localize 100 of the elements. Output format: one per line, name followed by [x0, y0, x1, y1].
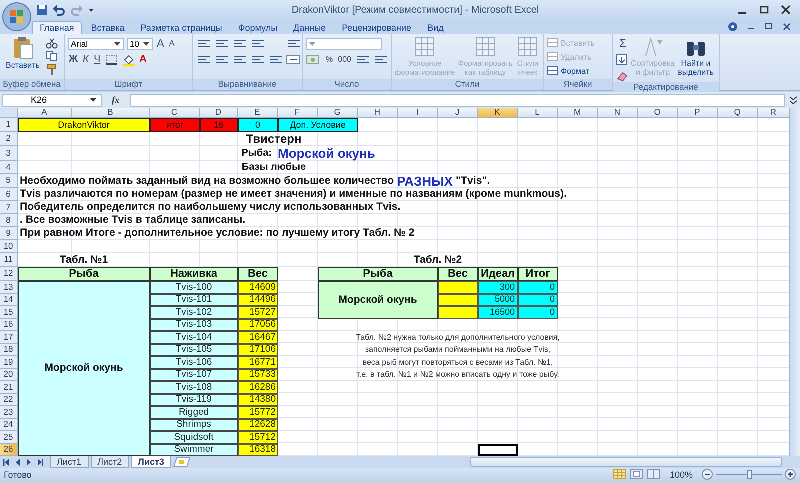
row-header: 5 [0, 174, 18, 188]
sheet-tab[interactable]: Лист3 [131, 456, 172, 468]
borders-icon[interactable] [104, 54, 119, 66]
bold-button[interactable]: Ж [68, 54, 80, 66]
cut-icon[interactable] [46, 38, 58, 49]
next-sheet-icon[interactable] [25, 458, 33, 466]
table-icon [474, 36, 496, 58]
new-sheet-icon[interactable] [173, 456, 192, 468]
table-cell: Доп. Условие [278, 118, 358, 132]
note-text: Табл. №2 нужна только для дополнительного условия, [356, 332, 560, 342]
ribbon-tab[interactable]: Данные [286, 21, 334, 34]
table-cell: 16318 [238, 444, 278, 456]
insert-function-button[interactable]: fx [106, 95, 126, 105]
align-top-icon[interactable] [196, 38, 211, 50]
column-header: C [150, 108, 200, 118]
find-select-button[interactable]: Найти и выделить [676, 36, 716, 77]
sheet-tab[interactable]: Лист2 [90, 456, 130, 468]
previous-sheet-icon[interactable] [14, 458, 22, 466]
ribbon-tab[interactable]: Вставка [84, 21, 132, 34]
restore-icon[interactable] [758, 5, 770, 15]
column-heading: Итог [518, 267, 558, 281]
fill-down-icon[interactable] [616, 54, 630, 66]
page-layout-icon[interactable] [630, 469, 644, 480]
zoom-level[interactable]: 100% [670, 470, 693, 480]
table-cell: Squidsoft [150, 431, 238, 444]
table-title: Табл. №1 [58, 253, 110, 267]
column-header: A [18, 108, 72, 118]
clipboard-icon [12, 36, 34, 60]
align-bottom-icon[interactable] [232, 38, 247, 50]
page-break-icon[interactable] [646, 469, 661, 480]
name-box[interactable]: K26 [2, 94, 102, 106]
group-label: Ячейки [544, 79, 612, 90]
table-cell: Tvis-105 [150, 344, 238, 356]
italic-button[interactable]: К [82, 54, 90, 66]
format-cells-button[interactable]: Формат [547, 66, 595, 76]
table-cell: Морской окунь [18, 281, 150, 456]
table-cell: DrakonViktor [18, 118, 150, 132]
ribbon-tab[interactable]: Рецензирование [335, 21, 419, 34]
column-header: N [598, 108, 638, 118]
dropdown-caret-icon[interactable] [90, 97, 97, 103]
table-icon [516, 36, 539, 58]
save-icon[interactable] [36, 4, 48, 16]
row-header: 21 [0, 381, 18, 394]
row-header: 19 [0, 356, 18, 368]
group-label: Выравнивание [193, 79, 302, 90]
align-center-icon[interactable] [214, 54, 229, 66]
sheet-tab[interactable]: Лист1 [50, 456, 89, 468]
note-text: веса рыб могут повторяться с весами из Табл. №1, [362, 358, 554, 367]
horizontal-scrollbar[interactable] [470, 457, 782, 467]
format-painter-icon[interactable] [46, 64, 58, 75]
grow-font-button[interactable]: A [156, 38, 166, 50]
first-sheet-icon[interactable] [3, 458, 11, 466]
last-sheet-icon[interactable] [36, 458, 44, 466]
column-heading: Рыба [18, 267, 150, 281]
font-color-button[interactable]: A [138, 54, 148, 66]
percent-button[interactable]: % [325, 54, 334, 66]
number-format-field[interactable] [306, 38, 382, 50]
underline-button[interactable]: Ч [92, 54, 102, 66]
restore-icon[interactable] [764, 22, 774, 32]
font-name-field[interactable]: Arial [68, 38, 124, 50]
table-cell: 15733 [238, 368, 278, 381]
expand-icon[interactable] [789, 94, 798, 106]
column-header: E [238, 108, 278, 118]
ribbon-tab[interactable]: Вид [420, 21, 451, 34]
row-header: 7 [0, 201, 18, 214]
close-icon[interactable] [782, 22, 792, 32]
paste-button[interactable]: Вставить [3, 36, 43, 70]
merge-cells-icon[interactable] [286, 54, 301, 66]
dropdown-caret-icon[interactable] [114, 41, 121, 47]
column-heading: Наживка [150, 267, 238, 281]
align-left-icon[interactable] [196, 54, 211, 66]
ribbon-tab[interactable]: Разметка страницы [134, 21, 230, 34]
row-header: 24 [0, 418, 18, 431]
ribbon-tab[interactable]: Главная [32, 21, 82, 34]
fill-color-icon[interactable] [122, 54, 136, 66]
shrink-font-button[interactable]: A [168, 38, 176, 50]
row-header: 15 [0, 306, 18, 318]
ribbon-tab[interactable]: Формулы [231, 21, 285, 34]
window-title: DrakonViktor [Режим совместимости] - Microsoft Excel [290, 4, 540, 16]
align-right-icon[interactable] [232, 54, 247, 66]
thousands-button[interactable]: 000 [337, 54, 352, 66]
help-icon[interactable] [728, 22, 738, 32]
formula-input[interactable] [130, 94, 785, 106]
zoom-slider-thumb[interactable] [747, 470, 752, 479]
zoom-out-icon[interactable] [702, 469, 713, 480]
close-icon[interactable] [780, 5, 792, 15]
column-header: H [358, 108, 398, 118]
zoom-in-icon[interactable] [785, 469, 796, 480]
copy-icon[interactable] [46, 51, 58, 62]
align-middle-icon[interactable] [214, 38, 229, 50]
undo-icon[interactable] [52, 4, 66, 16]
font-size-field[interactable]: 10 [127, 38, 153, 50]
table-cell: 16467 [238, 331, 278, 344]
row-header: 16 [0, 318, 18, 331]
autosum-button[interactable]: Σ [616, 38, 630, 50]
row-header: 8 [0, 214, 18, 227]
table-title: Табл. №2 [412, 253, 464, 267]
vertical-scrollbar[interactable] [789, 108, 800, 456]
column-header: D [200, 108, 238, 118]
dropdown-caret-icon[interactable] [143, 41, 150, 47]
